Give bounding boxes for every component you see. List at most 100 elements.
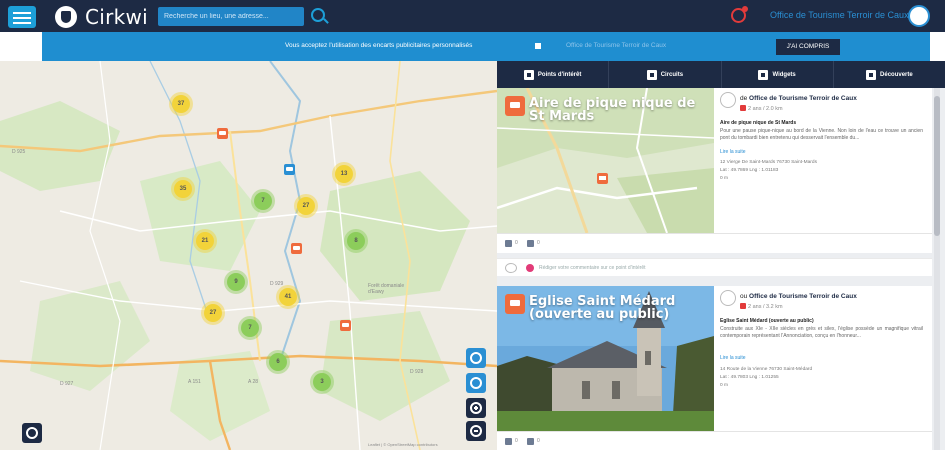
coordinates: Lat : 49.7803 Lng : 1.01255 (720, 375, 779, 380)
user-dot-icon (526, 264, 534, 272)
tab-label: Points d'intérêt (537, 71, 582, 78)
map-cluster[interactable]: 27 (297, 197, 315, 215)
author-line: ou Office de Tourisme Terroir de Caux (740, 293, 857, 300)
layers-button[interactable] (466, 348, 486, 368)
info-title: Eglise Saint Médard (ouverte au public) (720, 318, 814, 324)
altitude: 0 m (720, 176, 728, 181)
cookie-banner: Vous acceptez l'utilisation des encarts … (42, 32, 930, 61)
comment-input[interactable] (539, 262, 921, 274)
scrollbar-thumb[interactable] (934, 96, 940, 236)
category-tabs: Points d'intérêt Circuits Widgets Découv… (497, 61, 945, 88)
widget-icon (758, 69, 769, 80)
map-cluster[interactable]: 37 (172, 95, 190, 113)
tab-circuits[interactable]: Circuits (609, 61, 722, 88)
map-cluster[interactable]: 13 (335, 165, 353, 183)
zoom-in-button[interactable] (466, 398, 486, 418)
search-input[interactable] (158, 7, 304, 26)
info-description: Construite aux XIe - XIIe siècles en grè… (720, 326, 923, 339)
card-title[interactable]: Aire de pique nique de St Mards (529, 97, 709, 123)
map-cluster[interactable]: 8 (347, 232, 365, 250)
map-cluster[interactable]: 27 (204, 304, 222, 322)
author-avatar[interactable] (720, 92, 736, 108)
search-icon[interactable] (311, 8, 325, 22)
card-meta: 2 ans / 2.0 km (740, 105, 783, 112)
poi-icon (523, 69, 534, 80)
map-road-label: D 925 (12, 149, 26, 155)
comment-count: 0 (537, 240, 540, 246)
author-avatar[interactable] (720, 290, 736, 306)
card-title[interactable]: Eglise Saint Médard (ouverte au public) (529, 295, 709, 321)
locate-button[interactable] (466, 373, 486, 393)
card-meta: 2 ans / 3.2 km (740, 303, 783, 310)
map-tiles (0, 61, 497, 450)
map-road-label: A 28 (248, 379, 259, 385)
banner-faded-text: Office de Tourisme Terroir de Caux (566, 42, 667, 49)
history-clock-button[interactable] (22, 423, 42, 443)
like-icon[interactable] (505, 240, 512, 247)
minus-icon (470, 425, 482, 437)
tab-points-of-interest[interactable]: Points d'intérêt (497, 61, 610, 88)
poi-card[interactable]: Aire de pique nique de St Mards de Offic… (497, 88, 932, 233)
card-actions: 0 0 (497, 233, 932, 253)
badge-icon (740, 105, 746, 111)
map-cluster[interactable]: 9 (227, 273, 245, 291)
results-panel: Points d'intérêt Circuits Widgets Découv… (497, 61, 945, 450)
map-cluster[interactable]: 7 (241, 319, 259, 337)
map-cluster[interactable]: 41 (279, 288, 297, 306)
badge-icon (740, 303, 746, 309)
discover-icon (866, 69, 877, 80)
read-more-link[interactable]: Lire la suite (720, 355, 746, 361)
panel-scrollbar[interactable] (934, 88, 940, 450)
map-attribution[interactable]: Leaflet | © OpenStreetMap contributors (368, 442, 438, 447)
map-road-label: D 927 (60, 381, 74, 387)
read-more-link[interactable]: Lire la suite (720, 149, 746, 155)
address: 14 Route de la Vienne 76730 Saint-Médard (720, 367, 813, 372)
author-prefix: ou (740, 293, 748, 300)
accept-cookies-button[interactable]: J'AI COMPRIS (776, 39, 840, 55)
cookie-checkbox[interactable] (535, 43, 541, 49)
map-poi-marker[interactable] (291, 243, 302, 254)
author-name[interactable]: Office de Tourisme Terroir de Caux (749, 95, 857, 102)
map-poi-marker[interactable] (284, 164, 295, 175)
map-cluster[interactable]: 6 (269, 353, 287, 371)
author-name[interactable]: Office de Tourisme Terroir de Caux (749, 293, 857, 300)
map[interactable]: D 925 Forêt domaniale d'Eawy D 929 A 151… (0, 61, 497, 450)
layers-icon (470, 352, 482, 364)
like-icon[interactable] (505, 438, 512, 445)
notification-icon[interactable] (731, 6, 748, 23)
meta-text: 2 ans / 2.0 km (748, 106, 783, 112)
comment-icon[interactable] (527, 240, 534, 247)
card-actions: 0 0 (497, 431, 932, 450)
user-name[interactable]: Office de Tourisme Terroir de Caux (770, 10, 909, 20)
card-map-thumbnail[interactable]: Aire de pique nique de St Mards (497, 88, 714, 233)
map-cluster[interactable]: 35 (174, 180, 192, 198)
author-line: de Office de Tourisme Terroir de Caux (740, 95, 857, 102)
card-photo[interactable]: Eglise Saint Médard (ouverte au public) (497, 286, 714, 431)
user-avatar[interactable] (908, 5, 930, 27)
author-prefix: de (740, 95, 748, 102)
logo[interactable]: Cirkwi (55, 5, 148, 29)
comment-icon[interactable] (527, 438, 534, 445)
map-road-label: A 151 (188, 379, 201, 385)
info-title: Aire de pique nique de St Mards (720, 120, 797, 126)
like-count: 0 (515, 438, 518, 444)
address: 12 Vierge De Saint-Mards 76730 Saint-Mar… (720, 160, 817, 165)
map-road-label: D 929 (270, 281, 284, 287)
coordinates: Lat : 49.7869 Lng : 1.01183 (720, 168, 779, 173)
map-road-label: D 928 (410, 369, 424, 375)
map-cluster[interactable]: 21 (196, 232, 214, 250)
circuit-icon (646, 69, 657, 80)
map-cluster[interactable]: 3 (313, 373, 331, 391)
map-poi-marker[interactable] (217, 128, 228, 139)
map-cluster[interactable]: 7 (254, 192, 272, 210)
tab-discover[interactable]: Découverte (834, 61, 945, 88)
tab-label: Découverte (880, 71, 913, 78)
poi-card[interactable]: Eglise Saint Médard (ouverte au public) … (497, 286, 932, 450)
tab-widgets[interactable]: Widgets (722, 61, 834, 88)
menu-hamburger-icon[interactable] (8, 6, 36, 28)
tab-label: Circuits (660, 71, 684, 78)
zoom-out-button[interactable] (466, 421, 486, 441)
logo-text: Cirkwi (85, 5, 149, 29)
map-poi-marker[interactable] (340, 320, 351, 331)
locate-icon (470, 377, 482, 389)
